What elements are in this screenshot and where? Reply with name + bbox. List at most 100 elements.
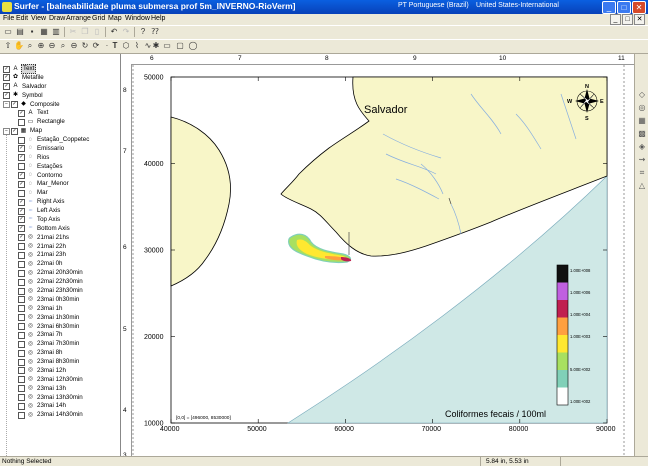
text-tool-icon[interactable]: T: [110, 41, 120, 51]
visibility-checkbox[interactable]: [18, 331, 25, 339]
zoom-page-icon[interactable]: ⌕: [58, 41, 68, 51]
visibility-checkbox[interactable]: ✓: [11, 127, 18, 135]
tree-item[interactable]: ◎ 23mai 1h: [18, 305, 63, 313]
rotate-icon[interactable]: ⟳: [91, 41, 101, 51]
doc-restore-button[interactable]: □: [622, 14, 633, 25]
visibility-checkbox[interactable]: [18, 189, 25, 197]
paste-icon[interactable]: ▯: [92, 27, 102, 37]
tree-item[interactable]: ◎ 22mai 23h30min: [18, 287, 84, 295]
tree-item[interactable]: ◎ 23mai 14h: [18, 402, 67, 410]
visibility-checkbox[interactable]: [18, 402, 25, 410]
tree-item[interactable]: ◎ 23mai 14h30min: [18, 411, 84, 419]
copy-icon[interactable]: ❐: [80, 27, 90, 37]
visibility-checkbox[interactable]: ✓: [11, 101, 18, 109]
visibility-checkbox[interactable]: ✓: [18, 198, 25, 206]
tree-item[interactable]: ◎ 23mai 13h30min: [18, 394, 84, 402]
visibility-checkbox[interactable]: [18, 385, 25, 393]
menu-help[interactable]: Help: [151, 15, 165, 22]
visibility-checkbox[interactable]: [18, 376, 25, 384]
tree-item[interactable]: ◎ 21mai 22h: [18, 243, 67, 251]
visibility-checkbox[interactable]: [18, 358, 25, 366]
wireframe-icon[interactable]: ⌗: [637, 168, 647, 178]
polygon-tool-icon[interactable]: ⬡: [121, 41, 131, 51]
tree-item[interactable]: ◌ Estações: [18, 163, 63, 171]
save-icon[interactable]: ▪: [27, 27, 37, 37]
base-map-icon[interactable]: ◇: [637, 90, 647, 100]
tree-item[interactable]: ◎ 23mai 8h: [18, 349, 63, 357]
visibility-checkbox[interactable]: [18, 269, 25, 277]
visibility-checkbox[interactable]: [18, 260, 25, 268]
select-arrow-icon[interactable]: ⇧: [3, 41, 13, 51]
menu-map[interactable]: Map: [108, 15, 122, 22]
tree-item[interactable]: ◌ Estação_Coppetec: [18, 136, 90, 144]
visibility-checkbox[interactable]: [18, 367, 25, 375]
cut-icon[interactable]: ✂: [68, 27, 78, 37]
visibility-checkbox[interactable]: [18, 287, 25, 295]
tree-item[interactable]: ✓ ◎ 21mai 21hs: [18, 234, 70, 242]
tree-item[interactable]: ◎ 23mai 7h: [18, 331, 63, 339]
zoom-rectangle-icon[interactable]: ⌕: [25, 41, 35, 51]
tree-item[interactable]: ✓ ┄ Right Axis: [18, 198, 66, 206]
tree-item[interactable]: ✓ A Text: [18, 109, 49, 117]
post-map-icon[interactable]: ▦: [637, 116, 647, 126]
maximize-button[interactable]: □: [617, 1, 631, 14]
visibility-checkbox[interactable]: [18, 296, 25, 304]
menu-arrange[interactable]: Arrange: [66, 15, 91, 22]
visibility-checkbox[interactable]: [18, 305, 25, 313]
hand-pan-icon[interactable]: ✋: [14, 41, 24, 51]
doc-minimize-button[interactable]: _: [610, 14, 621, 25]
visibility-checkbox[interactable]: ✓: [18, 109, 25, 117]
tree-item[interactable]: ✓ ◌ Mar_Menor: [18, 180, 70, 188]
tree-item[interactable]: ◎ 23mai 8h30min: [18, 358, 80, 366]
visibility-checkbox[interactable]: ✓: [18, 225, 25, 233]
language-indicator[interactable]: PT Portuguese (Brazil): [398, 2, 469, 9]
tree-item[interactable]: ◎ 23mai 0h30min: [18, 296, 80, 304]
tree-item[interactable]: ✓ A Salvador: [3, 83, 47, 91]
tree-item[interactable]: ◌ Mar: [18, 189, 49, 197]
visibility-checkbox[interactable]: [18, 163, 25, 171]
worksheet-icon[interactable]: ▦: [39, 27, 49, 37]
open-folder-icon[interactable]: ▤: [15, 27, 25, 37]
tree-item[interactable]: ✓ A Text: [3, 64, 37, 74]
map-canvas[interactable]: N E S W Salvador 1.00E+008 1.00E+006 1.00E…: [121, 54, 634, 456]
visibility-checkbox[interactable]: [18, 411, 25, 419]
tree-item[interactable]: ◎ 23mai 7h30min: [18, 340, 80, 348]
plot-document[interactable]: 6 7 8 9 10 11 8 7 6 5 4 3: [121, 54, 634, 459]
tree-item[interactable]: ✓ ◌ Emissario: [18, 145, 65, 153]
visibility-checkbox[interactable]: ✓: [3, 74, 10, 82]
zoom-selected-icon[interactable]: ⊖: [47, 41, 57, 51]
doc-close-button[interactable]: ✕: [634, 14, 645, 25]
tree-item[interactable]: − ✓ ▦ Map: [3, 127, 43, 135]
tree-item[interactable]: ◎ 22mai 0h: [18, 260, 63, 268]
tree-item[interactable]: − ✓ ◆ Composite: [3, 101, 61, 109]
polyline-tool-icon[interactable]: ⌇: [132, 41, 142, 51]
ellipse-tool-icon[interactable]: ◯: [188, 41, 198, 51]
tree-item[interactable]: ◎ 22mai 20h30min: [18, 269, 84, 277]
symbol-tool-icon[interactable]: ✱: [151, 41, 161, 51]
visibility-checkbox[interactable]: ✓: [18, 216, 25, 224]
visibility-checkbox[interactable]: ✓: [18, 180, 25, 188]
tree-item[interactable]: ◎ 23mai 13h: [18, 385, 67, 393]
undo-icon[interactable]: ↶: [109, 27, 119, 37]
tree-item[interactable]: ✓ ┄ Left Axis: [18, 207, 61, 215]
menu-draw[interactable]: Draw: [49, 15, 65, 22]
menu-window[interactable]: Window: [125, 15, 150, 22]
menu-edit[interactable]: Edit: [16, 15, 28, 22]
rectangle-tool-icon[interactable]: ▭: [162, 41, 172, 51]
tree-item[interactable]: ✓ ┄ Bottom Axis: [18, 225, 71, 233]
menu-grid[interactable]: Grid: [92, 15, 105, 22]
visibility-checkbox[interactable]: [18, 349, 25, 357]
visibility-checkbox[interactable]: ✓: [18, 154, 25, 162]
context-help-icon[interactable]: ⁇: [150, 27, 160, 37]
surface-map-icon[interactable]: △: [637, 181, 647, 191]
tree-item[interactable]: ◎ 22mai 22h30min: [18, 278, 84, 286]
tree-expander[interactable]: −: [3, 127, 10, 135]
visibility-checkbox[interactable]: ✓: [3, 65, 10, 73]
visibility-checkbox[interactable]: [18, 394, 25, 402]
keyboard-indicator[interactable]: United States-International: [476, 2, 559, 9]
menu-file[interactable]: File: [3, 15, 14, 22]
visibility-checkbox[interactable]: [18, 278, 25, 286]
help-icon[interactable]: ?: [138, 27, 148, 37]
visibility-checkbox[interactable]: ✓: [18, 234, 25, 242]
tree-item[interactable]: ◎ 23mai 1h30min: [18, 314, 80, 322]
